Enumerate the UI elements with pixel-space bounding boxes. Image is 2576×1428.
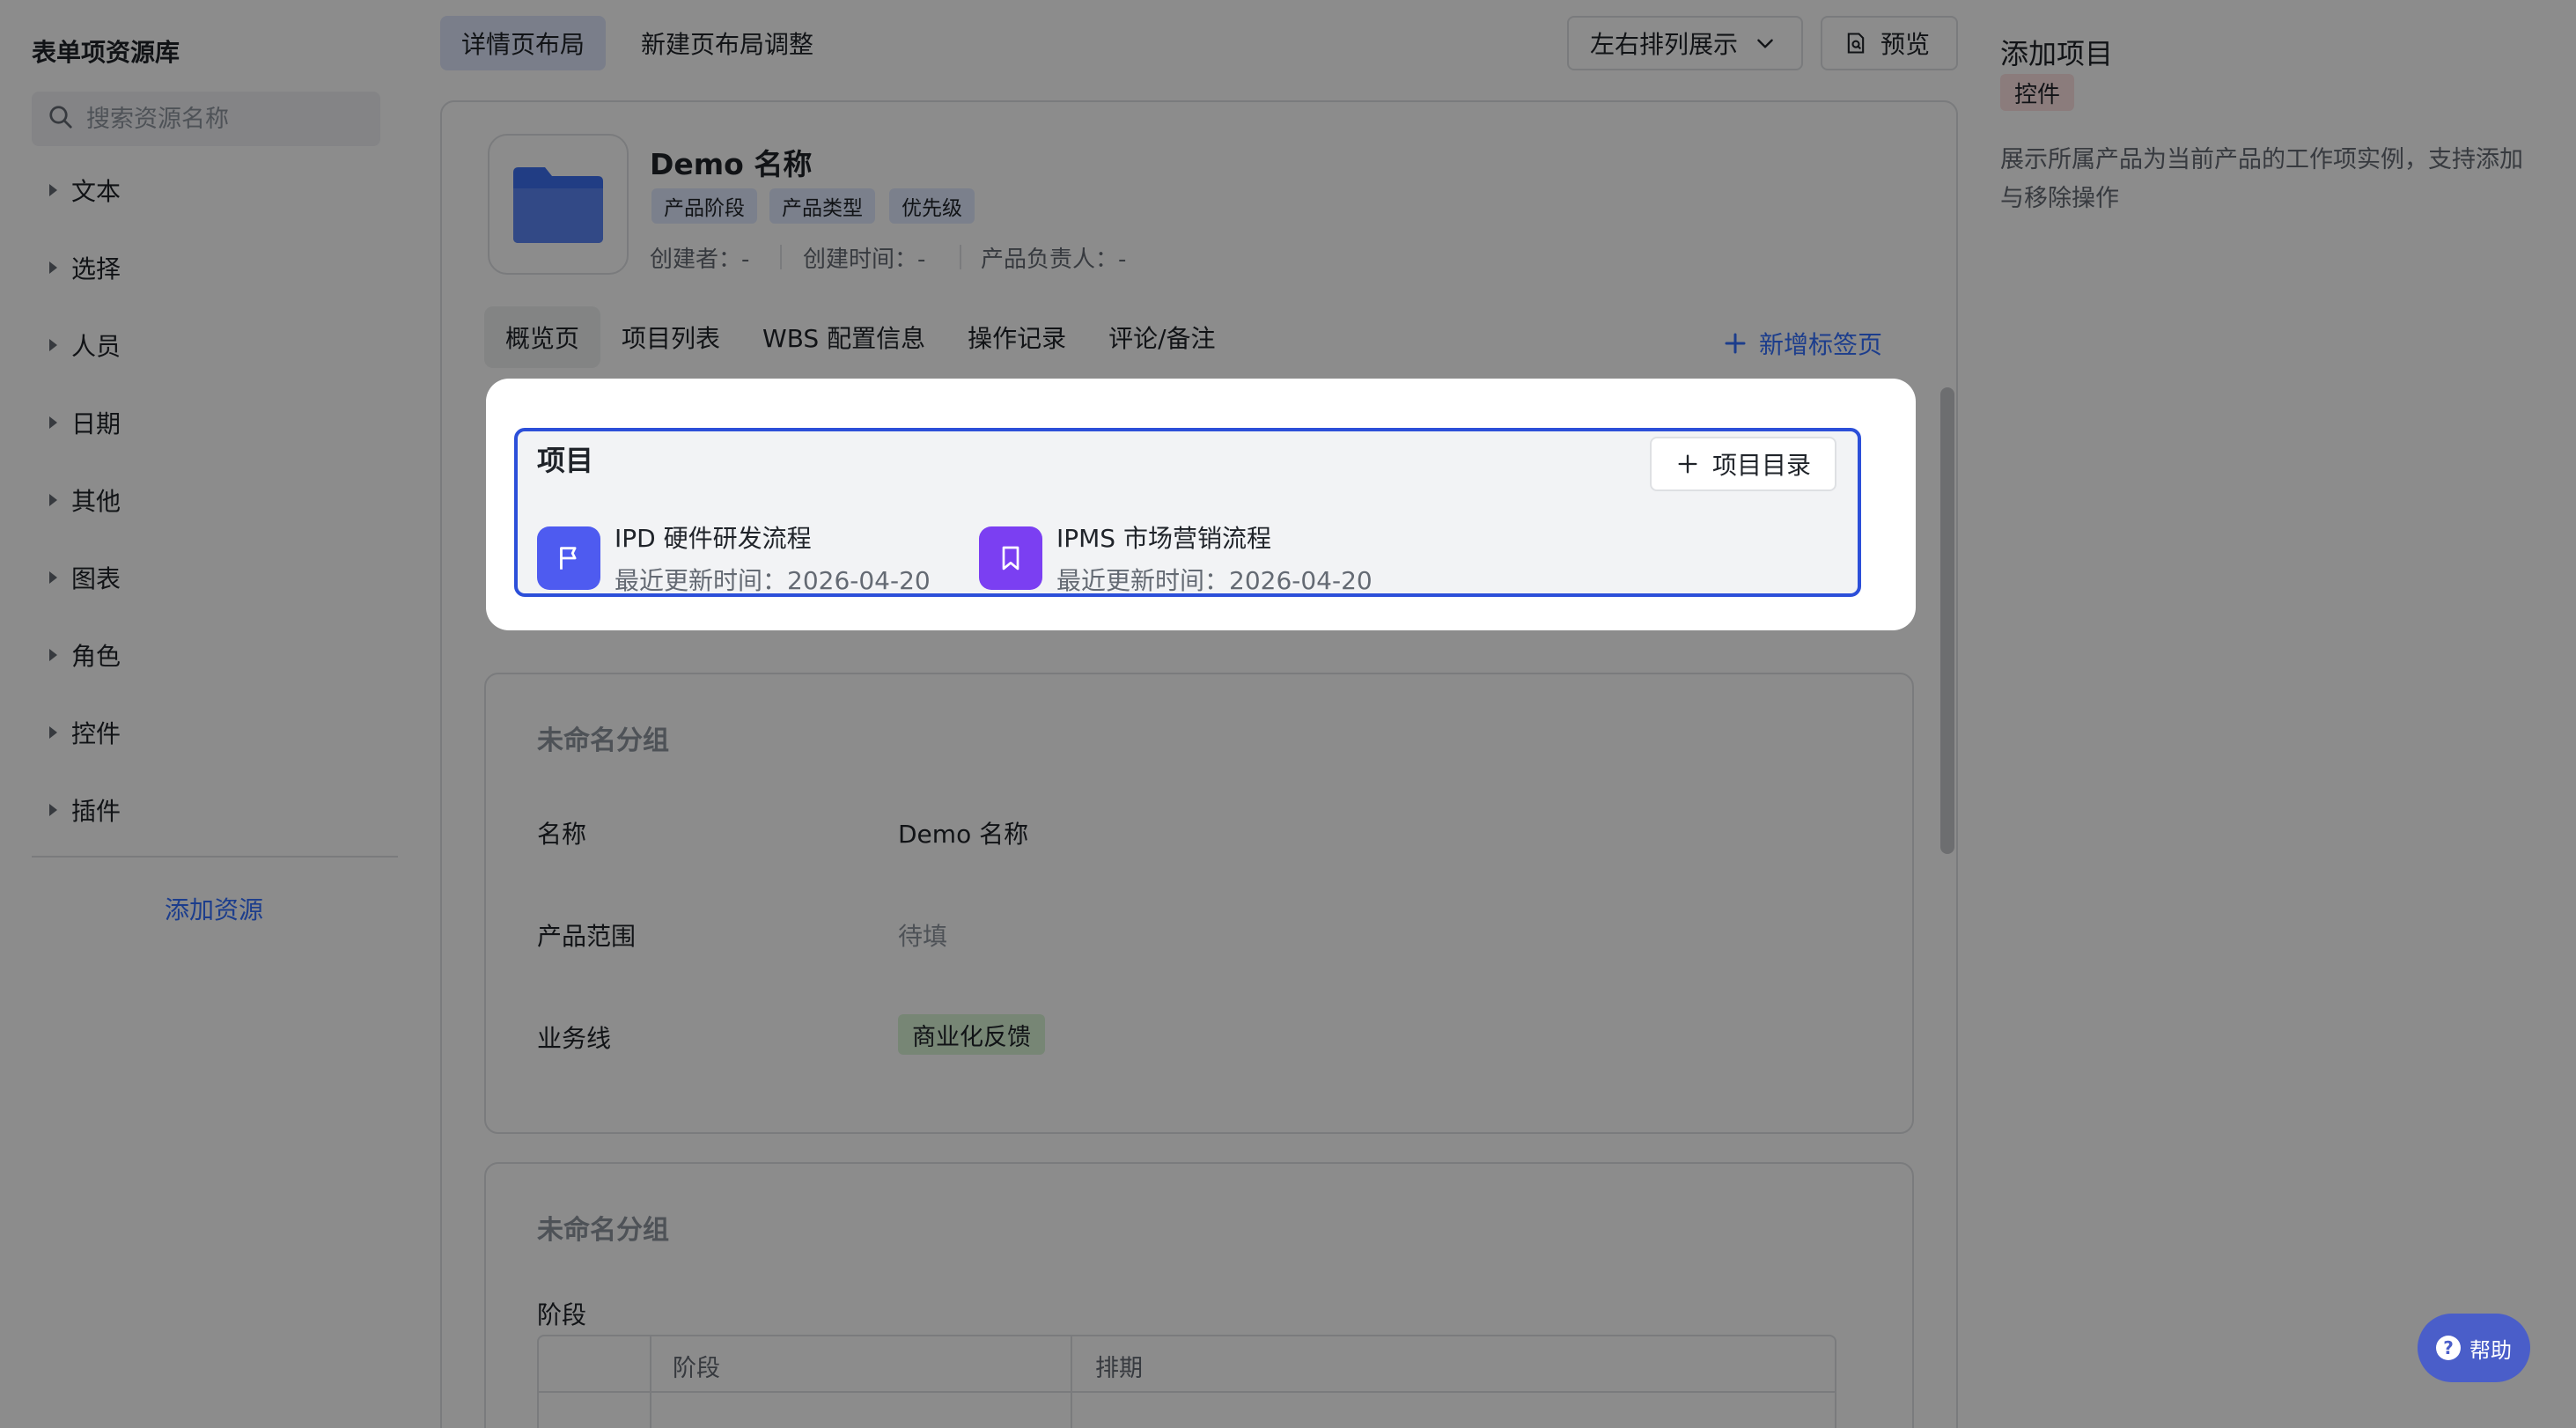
project-directory-button[interactable]: 项目目录 (1650, 437, 1836, 491)
project-updated-time: 最近更新时间：2026-04-20 (615, 566, 931, 595)
project-item[interactable]: IPD 硬件研发流程 最近更新时间：2026-04-20 (537, 519, 931, 597)
modal-overlay (0, 0, 2576, 1428)
project-name: IPMS 市场营销流程 (1056, 524, 1271, 553)
project-name: IPD 硬件研发流程 (615, 524, 812, 553)
project-widget-title: 项目 (537, 444, 594, 477)
question-icon: ? (2436, 1336, 2461, 1360)
plus-icon (1675, 452, 1700, 476)
project-item[interactable]: IPMS 市场营销流程 最近更新时间：2026-04-20 (979, 519, 1373, 597)
help-label: 帮助 (2469, 1337, 2512, 1363)
flag-icon (537, 526, 600, 590)
help-button[interactable]: ? 帮助 (2418, 1314, 2530, 1382)
project-directory-label: 项目目录 (1711, 451, 1811, 480)
project-updated-time: 最近更新时间：2026-04-20 (1056, 566, 1373, 595)
bookmark-icon (979, 526, 1042, 590)
